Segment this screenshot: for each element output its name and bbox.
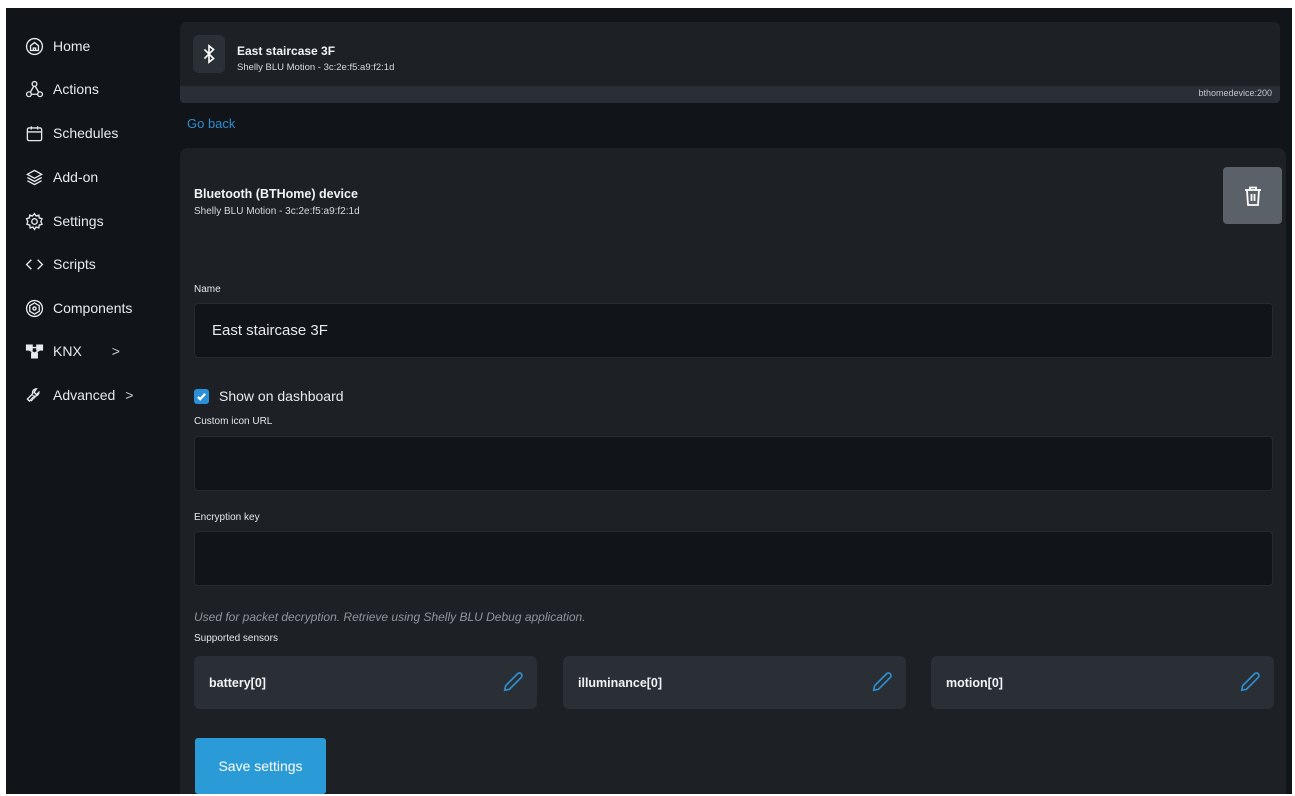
sidebar-item-add-on[interactable]: Add-on <box>24 164 174 190</box>
sidebar-item-label: Advanced <box>53 387 116 403</box>
pencil-icon[interactable] <box>870 670 894 694</box>
actions-icon <box>24 79 44 99</box>
sidebar: Home Actions Schedules Add-on Settings S… <box>6 8 180 794</box>
calendar-icon <box>24 123 44 143</box>
code-icon <box>24 254 44 274</box>
name-input[interactable] <box>194 303 1273 358</box>
sidebar-item-label: Schedules <box>53 125 119 141</box>
sensor-card-battery: battery[0] <box>194 656 537 709</box>
component-id-bar: bthomedevice:200 <box>180 86 1280 103</box>
chevron-right-icon: > <box>111 343 120 359</box>
component-id: bthomedevice:200 <box>1198 88 1272 98</box>
sidebar-item-label: Home <box>53 38 91 54</box>
card-subtitle: Shelly BLU Motion - 3c:2e:f5:a9:f2:1d <box>194 206 360 217</box>
card-title: Bluetooth (BTHome) device <box>194 187 358 201</box>
check-icon <box>197 392 206 401</box>
sidebar-item-label: Components <box>53 300 133 316</box>
sensor-label: battery[0] <box>209 676 266 690</box>
sidebar-item-advanced[interactable]: Advanced > <box>24 382 174 408</box>
sensor-card-motion: motion[0] <box>931 656 1274 709</box>
sidebar-item-settings[interactable]: Settings <box>24 208 174 234</box>
network-icon <box>24 341 44 361</box>
encryption-key-input[interactable] <box>194 531 1273 586</box>
components-icon <box>24 298 44 318</box>
main-content: East staircase 3F Shelly BLU Motion - 3c… <box>180 8 1292 794</box>
sidebar-item-actions[interactable]: Actions <box>24 76 174 102</box>
sidebar-item-label: Add-on <box>53 169 99 185</box>
chevron-right-icon: > <box>125 387 134 403</box>
gear-icon <box>24 211 44 231</box>
encryption-key-label: Encryption key <box>194 512 260 523</box>
show-on-dashboard-row: Show on dashboard <box>194 388 344 404</box>
pencil-icon[interactable] <box>1238 670 1262 694</box>
sidebar-item-schedules[interactable]: Schedules <box>24 120 174 146</box>
sidebar-item-home[interactable]: Home <box>24 33 174 59</box>
device-subtitle: Shelly BLU Motion - 3c:2e:f5:a9:f2:1d <box>237 62 395 73</box>
encryption-hint: Used for packet decryption. Retrieve usi… <box>194 610 586 624</box>
sidebar-item-scripts[interactable]: Scripts <box>24 251 174 277</box>
delete-button[interactable] <box>1223 167 1282 224</box>
save-settings-button[interactable]: Save settings <box>195 738 326 794</box>
sidebar-item-label: Scripts <box>53 256 96 272</box>
sidebar-item-label: KNX <box>53 343 82 359</box>
sidebar-item-label: Settings <box>53 213 104 229</box>
trash-icon <box>1244 186 1261 206</box>
custom-icon-input[interactable] <box>194 436 1273 491</box>
pencil-icon[interactable] <box>501 670 525 694</box>
device-title: East staircase 3F <box>237 44 336 58</box>
go-back-link[interactable]: Go back <box>187 116 235 131</box>
sidebar-item-label: Actions <box>53 81 99 97</box>
layers-icon <box>24 167 44 187</box>
sensor-card-illuminance: illuminance[0] <box>563 656 906 709</box>
sensor-label: motion[0] <box>946 676 1003 690</box>
custom-icon-label: Custom icon URL <box>194 416 273 427</box>
sensor-label: illuminance[0] <box>578 676 663 690</box>
sidebar-item-knx[interactable]: KNX > <box>24 338 174 364</box>
show-on-dashboard-label: Show on dashboard <box>219 388 344 404</box>
sidebar-item-components[interactable]: Components <box>24 295 174 321</box>
device-settings-card: Bluetooth (BTHome) device Shelly BLU Mot… <box>180 148 1286 794</box>
show-on-dashboard-checkbox[interactable] <box>194 388 209 404</box>
wrench-icon <box>24 385 44 405</box>
name-label: Name <box>194 284 221 295</box>
device-header: East staircase 3F Shelly BLU Motion - 3c… <box>180 22 1280 86</box>
supported-sensors-label: Supported sensors <box>194 633 278 644</box>
bluetooth-icon <box>193 35 225 73</box>
app-frame: Home Actions Schedules Add-on Settings S… <box>6 8 1292 794</box>
home-icon <box>24 36 44 56</box>
